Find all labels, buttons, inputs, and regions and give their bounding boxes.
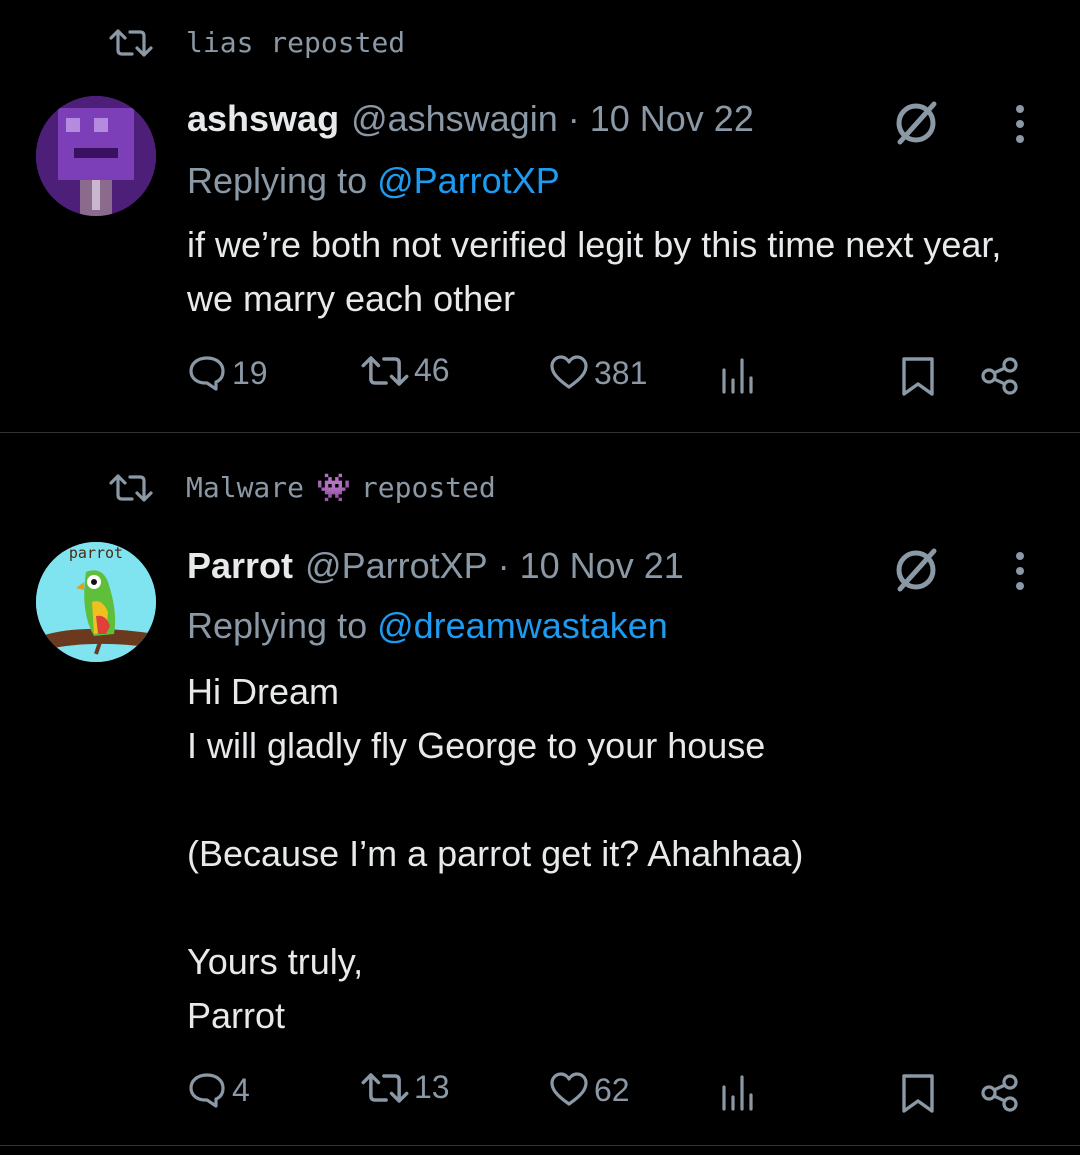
repost-label: reposted [270, 26, 406, 59]
more-icon[interactable] [1002, 549, 1038, 593]
timestamp[interactable]: 10 Nov 22 [590, 98, 754, 140]
bookmark-button[interactable] [898, 1073, 938, 1118]
reply-count: 4 [232, 1071, 250, 1108]
tweet-header: ashswag @ashswagin · 10 Nov 22 [187, 98, 754, 140]
tweet[interactable]: Malware 👾 reposted parrot Parrot @ParrotXP… [0, 433, 1080, 1146]
reply-button[interactable]: 19 [186, 352, 268, 394]
heart-icon [550, 355, 588, 389]
replying-to-label: Replying to [187, 160, 368, 201]
grok-icon[interactable] [892, 98, 942, 148]
views-button[interactable] [718, 1073, 758, 1118]
alien-monster-emoji: 👾 [316, 471, 351, 504]
avatar[interactable]: parrot [36, 542, 156, 662]
user-handle[interactable]: @ParrotXP [305, 545, 488, 587]
separator: · [567, 98, 580, 139]
tweet-line: Parrot [187, 995, 286, 1036]
replying-to: Replying to @ParrotXP [187, 160, 560, 202]
reply-icon [189, 1073, 225, 1108]
heart-icon [550, 1072, 588, 1106]
tweet[interactable]: lias reposted ashswag @ashswagin · 10 No… [0, 0, 1080, 433]
tweet-line: Hi Dream [187, 671, 340, 712]
tweet-line: I will gladly fly George to your house [187, 725, 766, 766]
repost-indicator: lias reposted [108, 26, 405, 59]
bookmark-icon [902, 357, 934, 396]
mention-link[interactable]: @ParrotXP [377, 160, 560, 201]
user-handle[interactable]: @ashswagin [351, 98, 558, 140]
mention-link[interactable]: @dreamwastaken [377, 605, 668, 646]
views-icon [722, 358, 753, 394]
share-button[interactable] [980, 356, 1020, 401]
more-icon[interactable] [1002, 102, 1038, 146]
tweet-body: if we’re both not verified legit by this… [187, 224, 1012, 319]
share-icon [981, 357, 1018, 395]
repost-icon [361, 1072, 409, 1103]
timestamp[interactable]: 10 Nov 21 [520, 545, 684, 587]
grok-icon[interactable] [892, 545, 942, 595]
tweet-line-blank [187, 773, 1047, 827]
repost-icon [361, 355, 409, 386]
reply-button[interactable]: 4 [186, 1069, 250, 1111]
repost-user[interactable]: Malware [186, 471, 304, 504]
tweet-line-blank [187, 881, 1047, 935]
bookmark-icon [902, 1074, 934, 1113]
repost-indicator: Malware 👾 reposted [108, 471, 496, 504]
views-button[interactable] [718, 356, 758, 401]
share-icon [981, 1074, 1018, 1112]
tweet-actions: 19 46 381 [0, 352, 1080, 402]
reply-count: 19 [232, 354, 268, 391]
repost-count: 46 [414, 352, 450, 388]
avatar-label: parrot [69, 544, 123, 562]
display-name[interactable]: ashswag [187, 98, 339, 140]
tweet-line: (Because I’m a parrot get it? Ahahhaa) [187, 833, 804, 874]
reply-icon [189, 356, 225, 391]
bookmark-button[interactable] [898, 356, 938, 401]
display-name[interactable]: Parrot [187, 545, 293, 587]
tweet-actions: 4 13 62 [0, 1069, 1080, 1119]
separator: · [497, 545, 510, 586]
repost-count: 13 [414, 1069, 450, 1105]
repost-button[interactable]: 13 [360, 1069, 450, 1106]
repost-icon [109, 473, 153, 502]
replying-to: Replying to @dreamwastaken [187, 605, 668, 647]
views-icon [722, 1075, 753, 1111]
repost-icon [109, 28, 153, 57]
tweet-text: if we’re both not verified legit by this… [187, 218, 1047, 326]
like-button[interactable]: 381 [548, 352, 647, 394]
like-button[interactable]: 62 [548, 1069, 630, 1111]
repost-button[interactable]: 46 [360, 352, 450, 389]
repost-label: reposted [360, 471, 496, 504]
tweet-header: Parrot @ParrotXP · 10 Nov 21 [187, 545, 684, 587]
like-count: 381 [594, 354, 648, 391]
share-button[interactable] [980, 1073, 1020, 1118]
tweet-text: Hi Dream I will gladly fly George to you… [187, 665, 1047, 1043]
repost-user[interactable]: lias [186, 26, 253, 59]
like-count: 62 [594, 1071, 630, 1108]
avatar[interactable] [36, 96, 156, 216]
replying-to-label: Replying to [187, 605, 368, 646]
tweet-line: Yours truly, [187, 941, 364, 982]
